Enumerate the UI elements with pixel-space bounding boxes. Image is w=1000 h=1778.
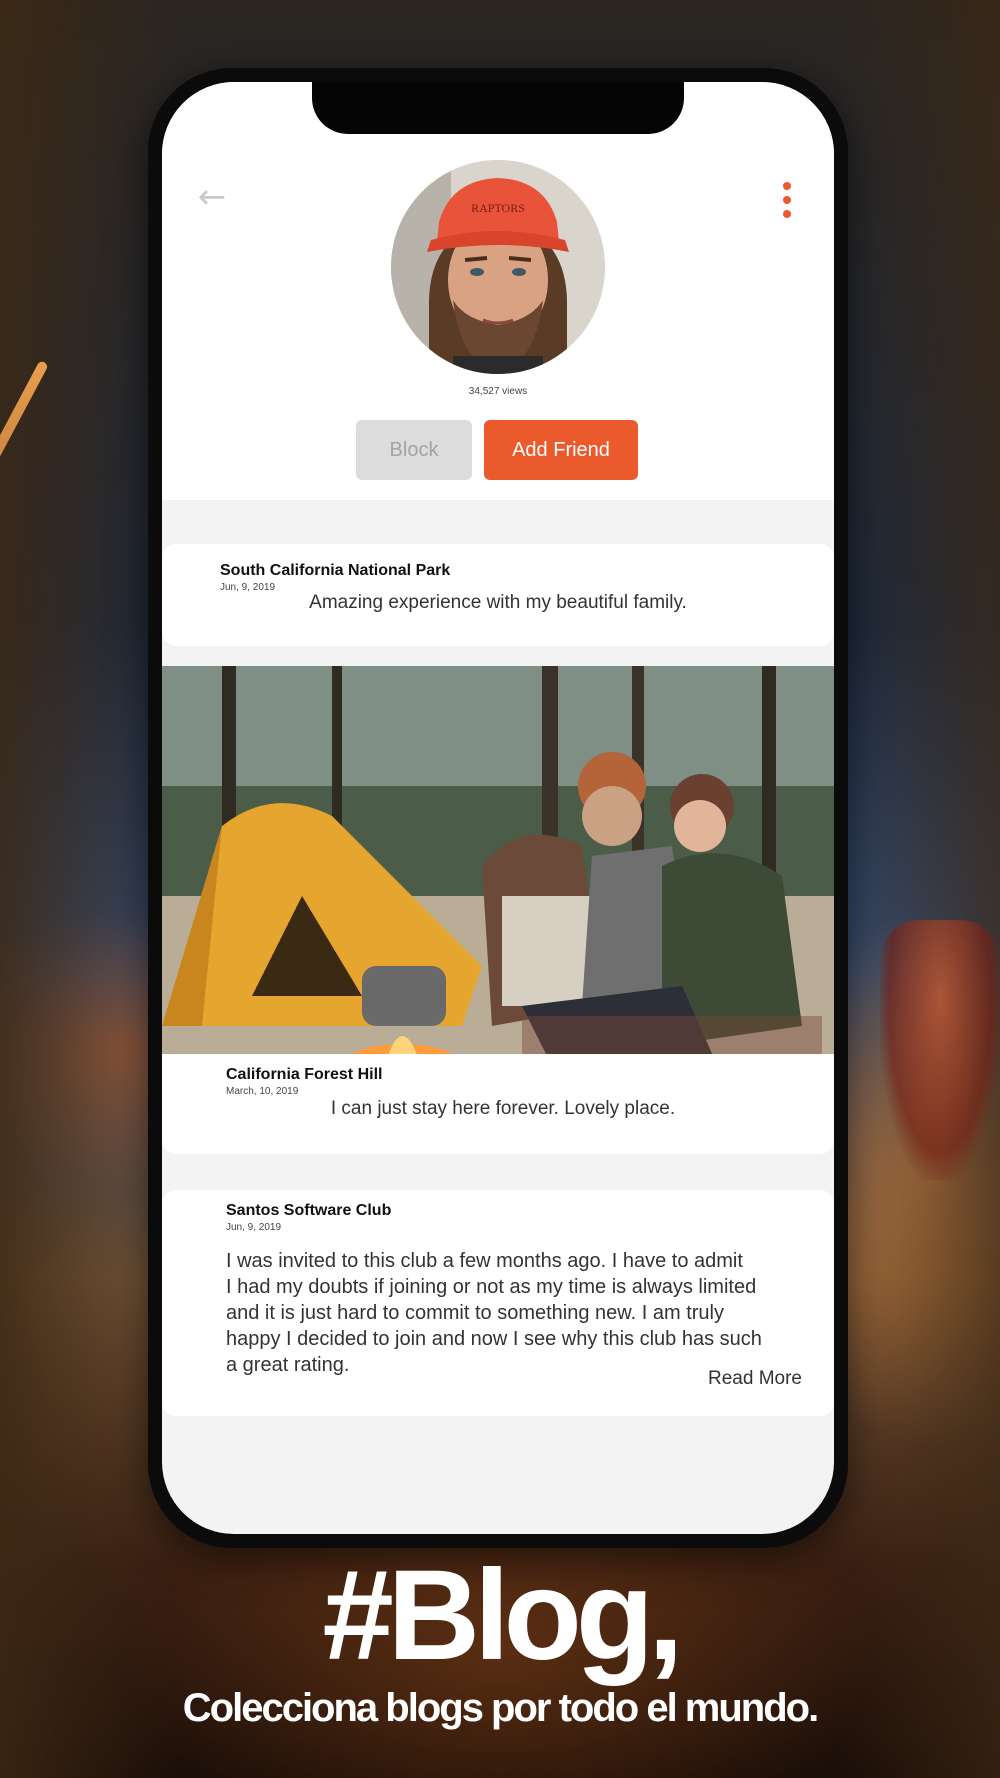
view-count: 34,527 views (162, 386, 834, 397)
svg-text:RAPTORS: RAPTORS (471, 201, 525, 215)
post-card[interactable]: South California National Park Jun, 9, 2… (162, 544, 834, 646)
read-more-link[interactable]: Read More (708, 1368, 802, 1390)
views-label: views (502, 386, 528, 397)
app-screen: ← RAPTORS 34,527 views Block Add Friend … (162, 82, 834, 1534)
avatar-portrait: RAPTORS (391, 160, 605, 374)
avatar[interactable]: RAPTORS (391, 160, 605, 374)
post-date: Jun, 9, 2019 (226, 1222, 282, 1233)
post-title: South California National Park (220, 562, 451, 579)
post-title: California Forest Hill (226, 1066, 383, 1083)
views-number: 34,527 (468, 386, 500, 397)
post-body-line: I had my doubts if joining or not as my … (226, 1276, 757, 1298)
back-arrow-icon[interactable]: ← (192, 180, 232, 214)
profile-header: ← RAPTORS 34,527 views Block Add Friend (162, 82, 834, 500)
post-body: I was invited to this club a few months … (226, 1248, 762, 1378)
hero-hashtag: #Blog, (322, 1544, 683, 1687)
background-tent-right (840, 0, 1000, 1778)
more-options-icon[interactable] (774, 182, 800, 218)
phone-frame: ← RAPTORS 34,527 views Block Add Friend … (148, 68, 848, 1548)
post-body-line: I was invited to this club a few months … (226, 1250, 743, 1272)
post-text: I can just stay here forever. Lovely pla… (330, 1098, 676, 1119)
menu-dot (783, 182, 791, 190)
background-person-silhouette (880, 920, 1000, 1180)
post-body-line: happy I decided to join and now I see wh… (226, 1328, 762, 1350)
post-card[interactable]: Santos Software Club Jun, 9, 2019 I was … (162, 1190, 834, 1416)
phone-notch (312, 82, 684, 134)
hero-tagline: Colecciona blogs por todo el mundo. (182, 1686, 819, 1730)
add-friend-button[interactable]: Add Friend (484, 420, 638, 480)
menu-dot (783, 210, 791, 218)
post-card[interactable]: California Forest Hill March, 10, 2019 I… (162, 1054, 834, 1154)
post-text: Amazing experience with my beautiful fam… (309, 592, 687, 613)
post-body-line: and it is just hard to commit to somethi… (226, 1302, 724, 1324)
post-date: March, 10, 2019 (226, 1086, 299, 1097)
post-body-line: a great rating. (226, 1354, 350, 1376)
post-title: Santos Software Club (226, 1202, 392, 1219)
post-photo[interactable] (162, 666, 834, 1102)
menu-dot (783, 196, 791, 204)
block-button[interactable]: Block (356, 420, 472, 480)
campsite-photo (162, 666, 834, 1102)
